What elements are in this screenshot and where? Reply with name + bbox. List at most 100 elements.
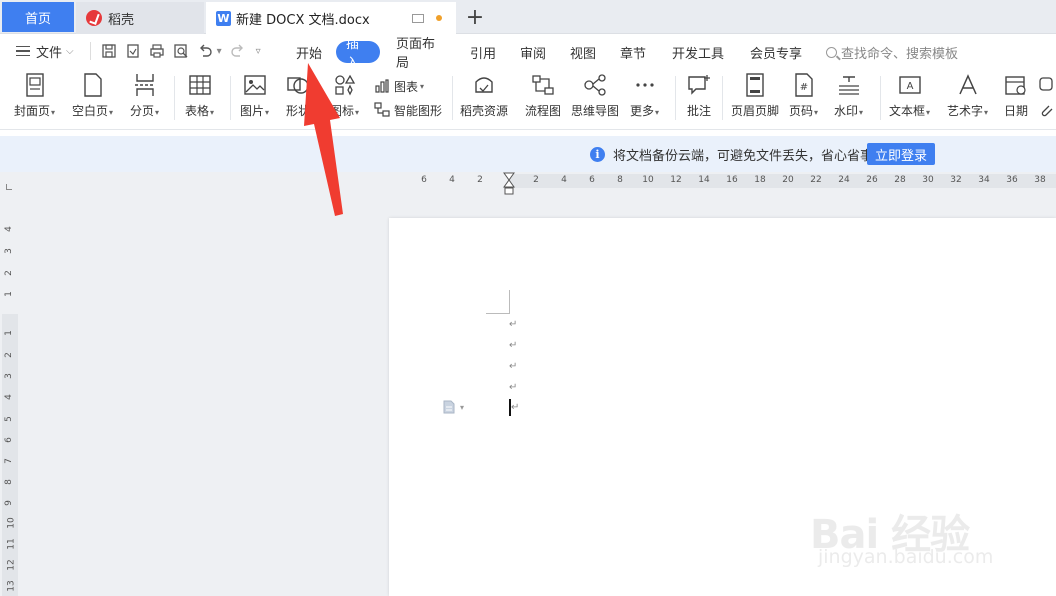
tab-start[interactable]: 开始: [296, 41, 322, 63]
tab-daoke[interactable]: 稻壳: [76, 2, 204, 34]
chevron-down-icon[interactable]: ⌵: [66, 46, 74, 57]
search-icon: [826, 46, 837, 58]
ruler-tick: 13: [6, 580, 17, 592]
ruler-tick: 28: [894, 175, 906, 185]
paragraph-mark: ↵: [509, 319, 518, 330]
export-pdf-icon[interactable]: [124, 42, 142, 60]
blank-page-button[interactable]: 空白页▾: [72, 72, 113, 124]
file-menu[interactable]: 文件: [36, 42, 62, 61]
redo-icon[interactable]: [229, 42, 247, 60]
paragraph-handle[interactable]: ▾: [442, 400, 464, 414]
tab-developer[interactable]: 开发工具: [672, 41, 724, 63]
mindmap-icon: [582, 72, 608, 98]
tab-document[interactable]: W 新建 DOCX 文档.docx: [206, 2, 456, 34]
watermark-url: jingyan.baidu.com: [818, 546, 994, 568]
hamburger-icon[interactable]: [16, 46, 30, 56]
ruler-tick: 3: [3, 248, 14, 254]
ruler-tick: 9: [3, 500, 14, 506]
monitor-icon[interactable]: [412, 13, 424, 23]
flowchart-icon: [530, 72, 556, 98]
date-label: 日期: [1003, 104, 1028, 118]
page-break-icon: [132, 72, 158, 98]
divider: [722, 76, 723, 120]
object-icon[interactable]: [1038, 74, 1054, 94]
more-dots-icon: [632, 72, 658, 98]
ruler-tick: 6: [421, 175, 427, 185]
comment-button[interactable]: 批注: [686, 72, 712, 124]
header-footer-button[interactable]: 页眉页脚: [731, 72, 779, 124]
document-icon: [443, 400, 455, 414]
info-icon: i: [590, 146, 605, 162]
divider: [230, 76, 231, 120]
tab-page-layout[interactable]: 页面布局: [396, 37, 446, 71]
comment-icon: [686, 72, 712, 98]
header-footer-icon: [742, 72, 768, 98]
page-break-button[interactable]: 分页▾: [130, 72, 159, 124]
add-tab-button[interactable]: +: [462, 4, 488, 30]
command-search[interactable]: 查找命令、搜索模板: [826, 41, 958, 63]
watermark-button[interactable]: 水印▾: [834, 72, 863, 124]
picture-label: 图片: [240, 104, 265, 118]
chart-label: 图表: [394, 79, 419, 94]
icon-button[interactable]: 图标▾: [330, 72, 359, 124]
attachment-icon[interactable]: [1038, 100, 1054, 120]
tab-daoke-label: 稻壳: [108, 12, 135, 28]
flowchart-button[interactable]: 流程图: [525, 72, 561, 124]
cover-page-button[interactable]: 封面页▾: [14, 72, 55, 124]
ruler-tick: 3: [3, 373, 14, 379]
ruler-tick: 36: [1006, 175, 1018, 185]
mindmap-button[interactable]: 思维导图: [571, 72, 619, 124]
undo-dropdown-icon[interactable]: ▾: [217, 46, 222, 57]
undo-icon[interactable]: [196, 42, 214, 60]
customize-dropdown-icon[interactable]: ▿: [256, 46, 261, 57]
ruler-tick: 12: [6, 559, 17, 571]
mindmap-label: 思维导图: [571, 104, 620, 118]
ruler-tick: 32: [950, 175, 962, 185]
daoke-resource-label: 稻壳资源: [460, 104, 509, 118]
picture-button[interactable]: 图片▾: [240, 72, 269, 124]
wordart-button[interactable]: 艺术字▾: [947, 72, 988, 124]
save-icon[interactable]: [100, 42, 118, 60]
vertical-ruler[interactable]: 4 3 2 1 1 2 3 4 5 6 7 8 9 10 11 12 13: [2, 218, 18, 596]
tab-references[interactable]: 引用: [470, 41, 496, 63]
smart-art-button[interactable]: 智能图形: [374, 100, 442, 120]
tab-section[interactable]: 章节: [620, 41, 646, 63]
ruler-tick: 7: [3, 458, 14, 464]
unsaved-dot-icon: [436, 15, 442, 21]
tab-home[interactable]: 首页: [2, 2, 74, 32]
textbox-button[interactable]: A 文本框▾: [889, 72, 930, 124]
date-button[interactable]: 日期: [1003, 72, 1029, 124]
print-preview-icon[interactable]: [172, 42, 190, 60]
tab-member[interactable]: 会员专享: [750, 41, 802, 63]
ruler-tick: 6: [589, 175, 595, 185]
more-button[interactable]: 更多▾: [630, 72, 659, 124]
page-number-button[interactable]: # 页码▾: [789, 72, 818, 124]
ruler-tick: 5: [3, 416, 14, 422]
table-icon: [187, 72, 213, 98]
ruler-tick: 8: [3, 479, 14, 485]
tab-view[interactable]: 视图: [570, 41, 596, 63]
print-icon[interactable]: [148, 42, 166, 60]
ruler-tick: 34: [978, 175, 990, 185]
horizontal-ruler[interactable]: 6 4 2 2 4 6 8 10 12 14 16 18 20 22 24 26…: [420, 174, 1056, 188]
table-button[interactable]: 表格▾: [185, 72, 214, 124]
bar-chart-icon: [374, 78, 390, 94]
margin-corner-mark: [486, 290, 510, 314]
tab-insert[interactable]: 插入: [336, 37, 380, 71]
ruler-tick: 16: [726, 175, 738, 185]
ruler-tick: 22: [810, 175, 822, 185]
paragraph-mark: ↵: [509, 361, 518, 372]
ruler-tick: 2: [477, 175, 483, 185]
login-button[interactable]: 立即登录: [867, 143, 935, 165]
daoke-resource-button[interactable]: 稻壳资源: [460, 72, 508, 124]
ruler-tick: 10: [6, 517, 17, 529]
ruler-tick: 4: [561, 175, 567, 185]
ruler-tick: 2: [3, 270, 14, 276]
wordart-label: 艺术字: [947, 104, 984, 118]
paragraph-mark: ↵: [509, 340, 518, 351]
ruler-tab-selector[interactable]: [6, 184, 12, 190]
tab-review[interactable]: 审阅: [520, 41, 546, 63]
shape-button[interactable]: 形状: [285, 72, 311, 124]
chart-button[interactable]: 图表 ▾: [374, 76, 424, 96]
indent-marker-icon[interactable]: [503, 172, 515, 196]
